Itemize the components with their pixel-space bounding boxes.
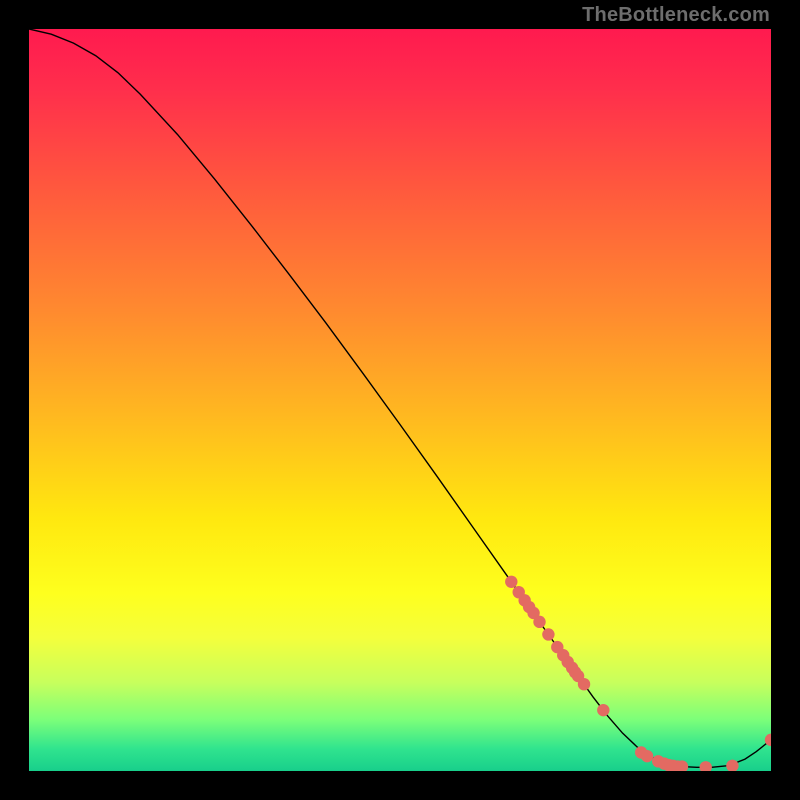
data-point [533, 616, 545, 628]
chart-stage: TheBottleneck.com [0, 0, 800, 800]
data-point [726, 760, 738, 771]
chart-svg [29, 29, 771, 771]
data-point [505, 576, 517, 588]
data-point [700, 761, 712, 771]
watermark-text: TheBottleneck.com [582, 4, 770, 27]
data-point [578, 678, 590, 690]
data-point [597, 704, 609, 716]
plot-area [29, 29, 771, 771]
data-point [542, 628, 554, 640]
data-points [505, 576, 771, 771]
curve-line [29, 29, 771, 767]
data-point [641, 750, 653, 762]
